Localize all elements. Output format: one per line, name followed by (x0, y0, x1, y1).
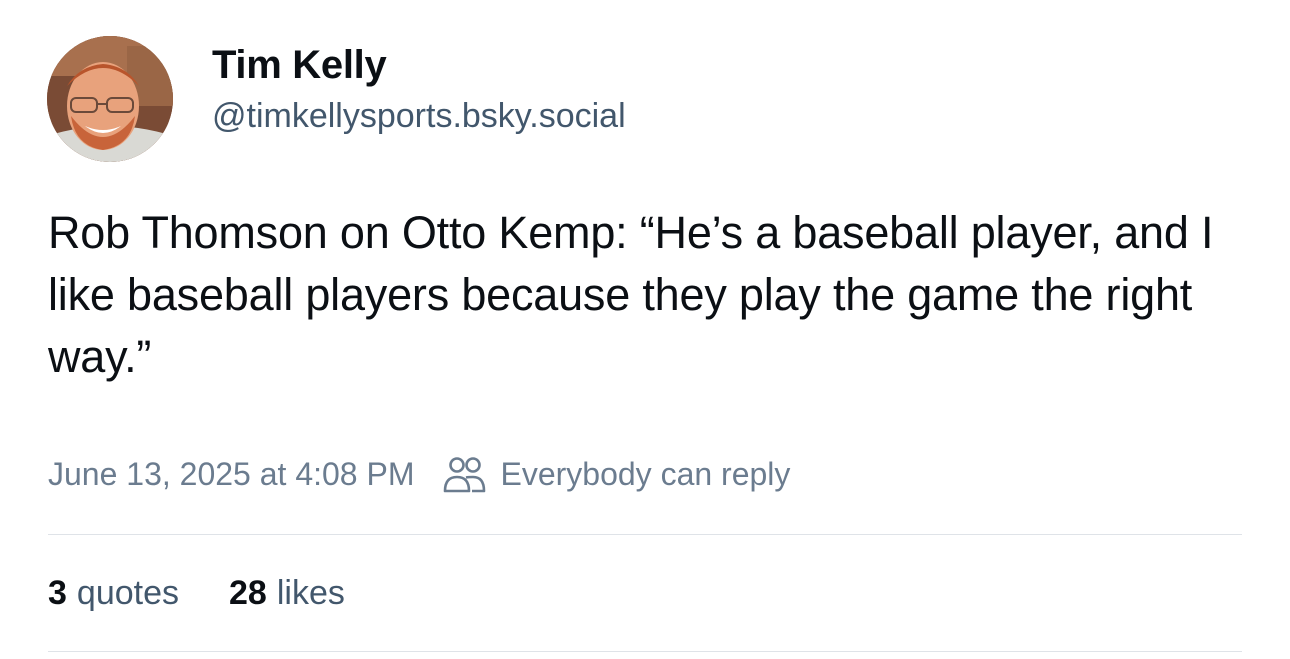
post-stats: 3 quotes 28 likes (48, 571, 345, 615)
reply-setting-label: Everybody can reply (500, 455, 791, 492)
quotes-count: 3 (48, 573, 67, 612)
likes-stat[interactable]: 28 likes (229, 574, 345, 613)
post-card: Tim Kelly @timkellysports.bsky.social Ro… (0, 0, 1290, 659)
post-text: Rob Thomson on Otto Kemp: “He’s a baseba… (48, 207, 1214, 382)
divider (48, 534, 1242, 535)
avatar[interactable] (47, 36, 173, 162)
quotes-stat[interactable]: 3 quotes (48, 574, 179, 613)
likes-label: likes (276, 573, 345, 612)
people-icon (442, 454, 486, 494)
divider (48, 651, 1242, 652)
author-name[interactable]: Tim Kelly (212, 40, 387, 90)
post-timestamp[interactable]: June 13, 2025 at 4:08 PM (48, 456, 414, 493)
quotes-label: quotes (76, 573, 180, 612)
post-meta: June 13, 2025 at 4:08 PM Everybody can r… (48, 452, 790, 496)
likes-count: 28 (229, 573, 267, 612)
author-handle[interactable]: @timkellysports.bsky.social (212, 94, 626, 138)
reply-setting[interactable]: Everybody can reply (442, 454, 790, 494)
